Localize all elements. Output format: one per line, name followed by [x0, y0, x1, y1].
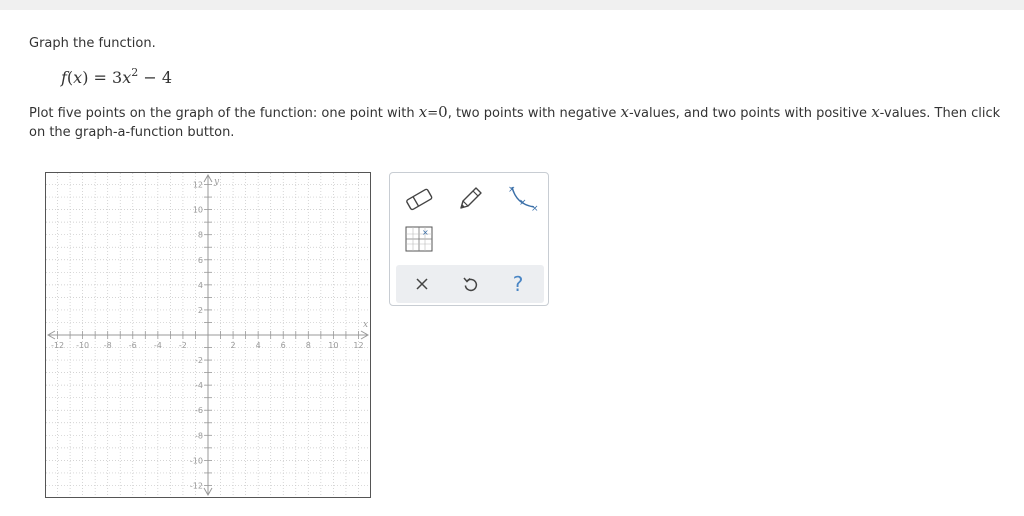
help-button[interactable]: ?: [496, 265, 540, 303]
eraser-icon[interactable]: [404, 187, 434, 215]
y-tick-label: 4: [198, 281, 203, 290]
y-tick-label: 12: [193, 181, 203, 190]
x-tick-label: 8: [306, 341, 311, 350]
action-toolbar: ?: [396, 265, 544, 303]
instructions: Plot five points on the graph of the fun…: [29, 103, 1001, 140]
plot-points-icon[interactable]: ×: [405, 226, 433, 256]
x-tick-label: -12: [51, 341, 64, 350]
close-icon: [416, 278, 428, 290]
x-tick-label: 12: [353, 341, 363, 350]
coordinate-grid[interactable]: -12 -10 -8 -6 -4 -2 2 4 6 8 10 12 12 10 8 6 4 2 -2 -4 -6 -8 -1…: [45, 172, 371, 498]
y-tick-label: -10: [190, 456, 203, 465]
problem-title: Graph the function.: [29, 36, 156, 51]
curve-points-icon[interactable]: × × ×: [506, 183, 540, 217]
x-tick-label: 10: [328, 341, 338, 350]
x-tick-label: -8: [104, 341, 112, 350]
x-tick-label: 6: [281, 341, 286, 350]
top-bar: [0, 0, 1024, 10]
y-tick-label: -6: [195, 406, 203, 415]
function-expression: f(x) = 3x2 − 4: [61, 66, 173, 87]
x-axis-label: x: [363, 320, 368, 330]
pencil-icon[interactable]: [456, 185, 484, 217]
y-tick-label: -2: [195, 356, 203, 365]
undo-icon: [463, 277, 478, 292]
x-tick-label: -6: [129, 341, 137, 350]
y-tick-label: -8: [195, 431, 203, 440]
undo-button[interactable]: [448, 265, 492, 303]
x-tick-label: 2: [231, 341, 236, 350]
clear-button[interactable]: [400, 265, 444, 303]
y-tick-label: 6: [198, 256, 203, 265]
y-axis-label: y: [213, 177, 220, 187]
svg-text:×: ×: [508, 185, 516, 195]
y-tick-label: 2: [198, 306, 203, 315]
x-tick-label: -10: [76, 341, 89, 350]
x-tick-label: -4: [154, 341, 162, 350]
svg-text:×: ×: [531, 204, 539, 213]
y-tick-label: -4: [195, 381, 203, 390]
y-tick-label: 8: [198, 231, 203, 240]
y-tick-label: -12: [190, 481, 203, 490]
tool-panel: × × × × ?: [389, 172, 549, 306]
svg-text:×: ×: [519, 198, 527, 208]
x-tick-label: 4: [256, 341, 261, 350]
y-tick-label: 10: [193, 206, 203, 215]
svg-text:×: ×: [422, 228, 429, 237]
x-tick-label: -2: [179, 341, 187, 350]
